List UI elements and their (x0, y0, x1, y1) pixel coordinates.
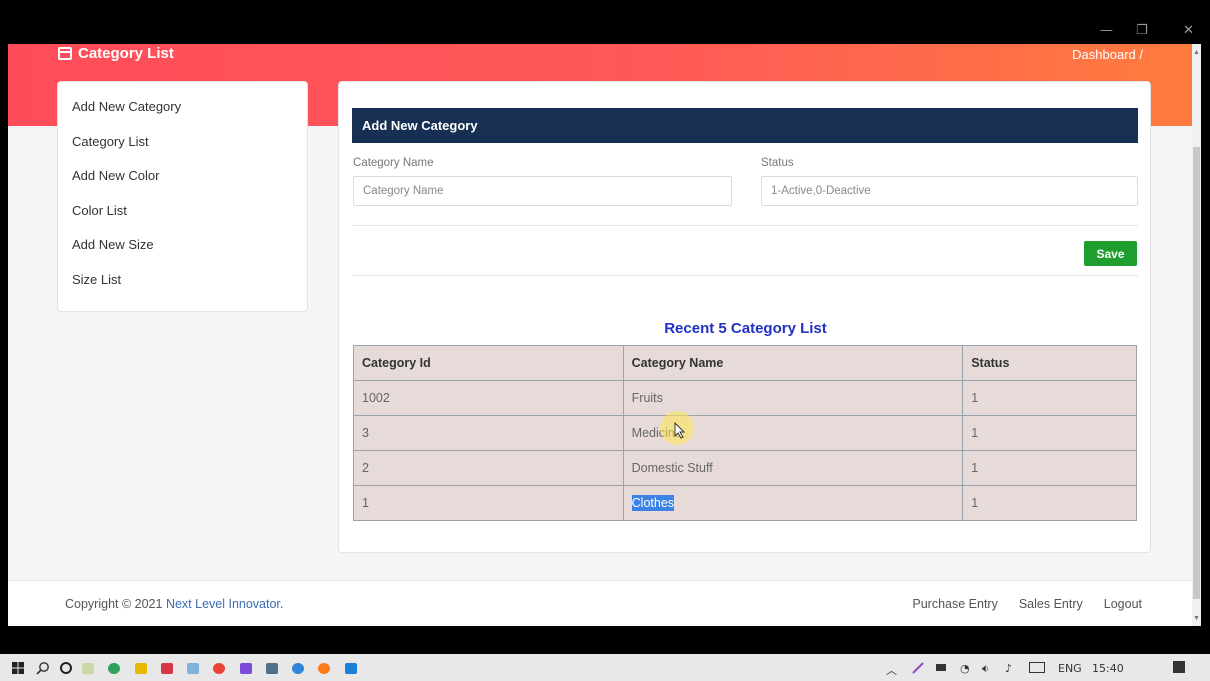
minimize-button[interactable]: — (1100, 23, 1113, 38)
window-title-bar: — ❐ ✕ (8, 9, 1201, 44)
save-button[interactable]: Save (1084, 241, 1137, 266)
column-header-status: Status (962, 345, 1137, 381)
category-name-cell: Clothes (622, 485, 964, 521)
table-row: 2 Domestic Stuff 1 (353, 450, 1137, 486)
shield-icon[interactable] (161, 663, 173, 674)
scroll-down-icon[interactable]: ▼ (1193, 615, 1200, 622)
screen: — ❐ ✕ Category List Dashboard / Add New … (0, 0, 1210, 681)
category-id-cell: 3 (353, 415, 624, 451)
category-id-cell: 1 (353, 485, 624, 521)
sidebar-item-add-new-color[interactable]: Add New Color (58, 163, 307, 198)
taskbar: ︿ ◔ 🔉︎ ♪ ENG 15:40 (0, 654, 1210, 681)
copyright: Copyright © 2021 Next Level Innovator. (65, 597, 283, 611)
language-indicator[interactable]: ENG (1058, 662, 1082, 675)
search-icon[interactable] (36, 661, 50, 675)
category-id-cell: 1002 (353, 380, 624, 416)
footer-link-purchase-entry[interactable]: Purchase Entry (912, 597, 997, 611)
status-cell: 1 (962, 380, 1137, 416)
scroll-up-icon[interactable]: ▲ (1193, 49, 1200, 56)
clock-time[interactable]: 15:40 (1092, 662, 1124, 675)
chrome-icon[interactable] (213, 663, 225, 674)
scrollbar-thumb[interactable] (1193, 147, 1200, 599)
sidebar-item-size-list[interactable]: Size List (58, 267, 307, 302)
column-header-category-id: Category Id (353, 345, 624, 381)
footer-links: Purchase Entry Sales Entry Logout (912, 597, 1142, 611)
sidebar-item-category-list[interactable]: Category List (58, 129, 307, 164)
calendar-icon (58, 47, 72, 60)
firefox-icon[interactable] (318, 663, 330, 674)
recent-list-title: Recent 5 Category List (664, 320, 827, 337)
status-input[interactable] (761, 176, 1138, 206)
battery-icon[interactable] (936, 664, 946, 671)
add-category-card: Add New Category Category Name Status Sa… (338, 81, 1151, 553)
mouse-pointer-icon (674, 422, 686, 439)
selected-text: Clothes (631, 495, 675, 511)
notification-icon[interactable] (1173, 661, 1185, 673)
status-cell: 1 (962, 415, 1137, 451)
page-scrollbar[interactable]: ▲ ▼ (1192, 44, 1201, 626)
cortana-icon[interactable] (59, 661, 73, 675)
keyboard-icon[interactable] (1029, 662, 1045, 673)
table-row: 3 Medicine 1 (353, 415, 1137, 451)
card-title: Add New Category (352, 108, 1138, 143)
category-name-input[interactable] (353, 176, 732, 206)
windows-start-icon[interactable] (12, 662, 24, 674)
footer-link-logout[interactable]: Logout (1104, 597, 1142, 611)
table-row: 1 Clothes 1 (353, 485, 1137, 521)
clock-icon[interactable] (108, 663, 120, 674)
visual-studio-icon[interactable] (240, 663, 252, 674)
browser-viewport: Category List Dashboard / Add New Catego… (8, 44, 1201, 626)
column-header-category-name: Category Name (622, 345, 964, 381)
breadcrumb-dashboard[interactable]: Dashboard / (1072, 47, 1143, 62)
page-title-text: Category List (78, 45, 174, 62)
page-footer: Copyright © 2021 Next Level Innovator. P… (8, 580, 1192, 626)
company-link[interactable]: Next Level Innovator (166, 597, 280, 611)
recent-category-table: Category Id Category Name Status 1002 Fr… (353, 345, 1137, 521)
copyright-prefix: Copyright © 2021 (65, 597, 166, 611)
divider (352, 275, 1138, 276)
chevron-up-icon[interactable]: ︿ (886, 662, 897, 678)
footer-link-sales-entry[interactable]: Sales Entry (1019, 597, 1083, 611)
file-explorer-icon[interactable] (135, 663, 147, 674)
status-cell: 1 (962, 485, 1137, 521)
table-header-row: Category Id Category Name Status (353, 345, 1137, 381)
volume-icon[interactable]: 🔉︎ (982, 662, 989, 676)
category-name-cell: Domestic Stuff (622, 450, 964, 486)
category-name-label: Category Name (353, 157, 434, 169)
close-button[interactable]: ✕ (1183, 23, 1194, 38)
edge-icon[interactable] (292, 663, 304, 674)
sidebar-item-color-list[interactable]: Color List (58, 198, 307, 233)
wifi-icon[interactable]: ◔ (960, 662, 970, 675)
category-id-cell: 2 (353, 450, 624, 486)
sidebar-menu: Add New Category Category List Add New C… (57, 81, 308, 312)
status-label: Status (761, 157, 794, 169)
status-cell: 1 (962, 450, 1137, 486)
sidebar-item-add-new-category[interactable]: Add New Category (58, 94, 307, 129)
snipping-icon[interactable] (82, 663, 94, 674)
maximize-button[interactable]: ❐ (1136, 23, 1148, 38)
copyright-suffix: . (279, 597, 284, 611)
sidebar-item-add-new-size[interactable]: Add New Size (58, 232, 307, 267)
table-row: 1002 Fruits 1 (353, 380, 1137, 416)
pen-icon[interactable] (911, 661, 925, 675)
divider (352, 225, 1138, 226)
network-icon[interactable]: ♪ (1005, 662, 1012, 675)
page-title: Category List (58, 45, 174, 62)
media-player-icon[interactable] (345, 663, 357, 674)
calculator-icon[interactable] (266, 663, 278, 674)
paint-icon[interactable] (187, 663, 199, 674)
